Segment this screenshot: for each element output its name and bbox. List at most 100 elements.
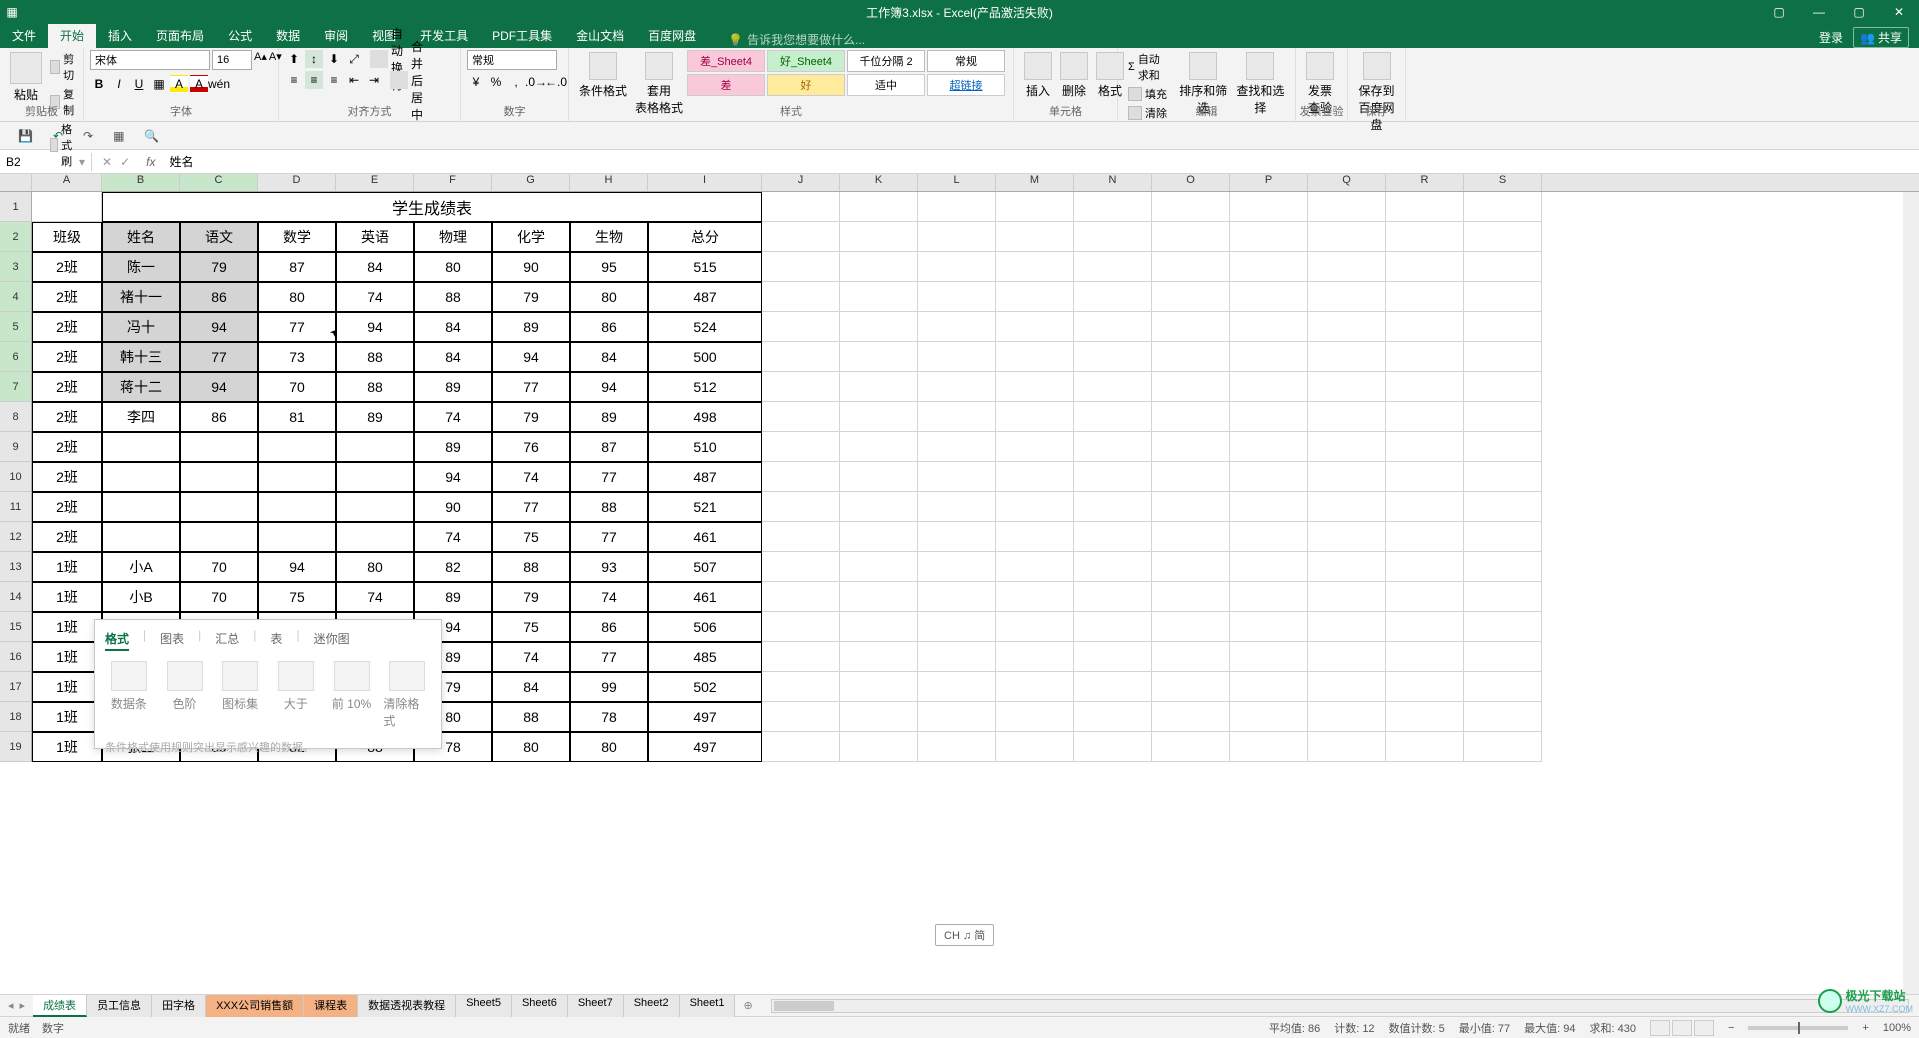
column-header-S[interactable]: S <box>1464 174 1542 191</box>
sheet-tab-4[interactable]: 课程表 <box>304 995 358 1017</box>
row-header-11[interactable]: 11 <box>0 492 32 522</box>
cell-S6[interactable] <box>1464 342 1542 372</box>
sheet-tab-6[interactable]: Sheet5 <box>456 995 512 1017</box>
cell-E3[interactable]: 84 <box>336 252 414 282</box>
cell-E8[interactable]: 89 <box>336 402 414 432</box>
cell-K8[interactable] <box>840 402 918 432</box>
cell-R12[interactable] <box>1386 522 1464 552</box>
cell-F6[interactable]: 84 <box>414 342 492 372</box>
header-6[interactable]: 化学 <box>492 222 570 252</box>
column-header-C[interactable]: C <box>180 174 258 191</box>
cell-O18[interactable] <box>1152 702 1230 732</box>
quick-analysis-tab-2[interactable]: 汇总 <box>215 628 239 651</box>
zoom-in-icon[interactable]: + <box>1862 1022 1868 1034</box>
cell-N17[interactable] <box>1074 672 1152 702</box>
cell-C7[interactable]: 94 <box>180 372 258 402</box>
cell-N9[interactable] <box>1074 432 1152 462</box>
cell-A5[interactable]: 2班 <box>32 312 102 342</box>
cell-M1[interactable] <box>996 192 1074 222</box>
cell-D6[interactable]: 73 <box>258 342 336 372</box>
fill-color-button[interactable]: A <box>170 75 188 93</box>
cell-O8[interactable] <box>1152 402 1230 432</box>
column-header-M[interactable]: M <box>996 174 1074 191</box>
cell-K1[interactable] <box>840 192 918 222</box>
cell-M17[interactable] <box>996 672 1074 702</box>
cell-F7[interactable]: 89 <box>414 372 492 402</box>
add-sheet-button[interactable]: ⊕ <box>735 999 760 1012</box>
cell-I12[interactable]: 461 <box>648 522 762 552</box>
cell-K5[interactable] <box>840 312 918 342</box>
cell-O10[interactable] <box>1152 462 1230 492</box>
style-bad-sheet4[interactable]: 差_Sheet4 <box>687 50 765 72</box>
cell-Q17[interactable] <box>1308 672 1386 702</box>
cell-H16[interactable]: 77 <box>570 642 648 672</box>
cell-M10[interactable] <box>996 462 1074 492</box>
cell-C4[interactable]: 86 <box>180 282 258 312</box>
cell-J7[interactable] <box>762 372 840 402</box>
cell-B7[interactable]: 蒋十二 <box>102 372 180 402</box>
cell-H10[interactable]: 77 <box>570 462 648 492</box>
cell-R10[interactable] <box>1386 462 1464 492</box>
cell-G6[interactable]: 94 <box>492 342 570 372</box>
cell-Q5[interactable] <box>1308 312 1386 342</box>
cell-L18[interactable] <box>918 702 996 732</box>
cell-A9[interactable]: 2班 <box>32 432 102 462</box>
cell-G18[interactable]: 88 <box>492 702 570 732</box>
cell-Q18[interactable] <box>1308 702 1386 732</box>
row-header-4[interactable]: 4 <box>0 282 32 312</box>
cell-E7[interactable]: 88 <box>336 372 414 402</box>
cell-B12[interactable] <box>102 522 180 552</box>
cell-P12[interactable] <box>1230 522 1308 552</box>
cell-F4[interactable]: 88 <box>414 282 492 312</box>
indent-decrease-icon[interactable]: ⇤ <box>345 71 363 89</box>
cell-K7[interactable] <box>840 372 918 402</box>
column-header-N[interactable]: N <box>1074 174 1152 191</box>
cell-E9[interactable] <box>336 432 414 462</box>
insert-cells-button[interactable]: 插入 <box>1020 50 1056 101</box>
column-header-F[interactable]: F <box>414 174 492 191</box>
quick-analysis-item-4[interactable]: 前 10% <box>328 661 376 729</box>
cell-E10[interactable] <box>336 462 414 492</box>
cell-I11[interactable]: 521 <box>648 492 762 522</box>
cell-M13[interactable] <box>996 552 1074 582</box>
paste-button[interactable]: 粘贴 <box>6 50 46 105</box>
conditional-format-button[interactable]: 条件格式 <box>575 50 631 101</box>
cell-A8[interactable]: 2班 <box>32 402 102 432</box>
column-header-A[interactable]: A <box>32 174 102 191</box>
cell-M19[interactable] <box>996 732 1074 762</box>
cell-C12[interactable] <box>180 522 258 552</box>
cell-J14[interactable] <box>762 582 840 612</box>
cell-I8[interactable]: 498 <box>648 402 762 432</box>
cell-B14[interactable]: 小B <box>102 582 180 612</box>
cell-A16[interactable]: 1班 <box>32 642 102 672</box>
cell-I3[interactable]: 515 <box>648 252 762 282</box>
table-title[interactable]: 学生成绩表 <box>102 192 762 222</box>
quick-analysis-tab-3[interactable]: 表 <box>270 628 282 651</box>
cell-Q16[interactable] <box>1308 642 1386 672</box>
sheet-tab-5[interactable]: 数据透视表教程 <box>358 995 456 1017</box>
cell-J4[interactable] <box>762 282 840 312</box>
cell-S11[interactable] <box>1464 492 1542 522</box>
cell-E11[interactable] <box>336 492 414 522</box>
cell-N5[interactable] <box>1074 312 1152 342</box>
cell-O13[interactable] <box>1152 552 1230 582</box>
header-8[interactable]: 总分 <box>648 222 762 252</box>
cell-N14[interactable] <box>1074 582 1152 612</box>
merge-center-button[interactable]: 合并后居中 <box>385 71 431 89</box>
cell-J12[interactable] <box>762 522 840 552</box>
cell-B10[interactable] <box>102 462 180 492</box>
cell-I15[interactable]: 506 <box>648 612 762 642</box>
cell-P3[interactable] <box>1230 252 1308 282</box>
cell-P15[interactable] <box>1230 612 1308 642</box>
cell-L9[interactable] <box>918 432 996 462</box>
align-left-icon[interactable]: ≡ <box>285 71 303 89</box>
sheet-tab-3[interactable]: XXX公司销售额 <box>206 995 304 1017</box>
cell-S12[interactable] <box>1464 522 1542 552</box>
tab-home[interactable]: 开始 <box>48 23 96 48</box>
cell-N11[interactable] <box>1074 492 1152 522</box>
increase-decimal-icon[interactable]: .0→ <box>527 73 545 91</box>
cell-P11[interactable] <box>1230 492 1308 522</box>
cell-R1[interactable] <box>1386 192 1464 222</box>
align-right-icon[interactable]: ≡ <box>325 71 343 89</box>
close-icon[interactable]: ✕ <box>1879 5 1919 19</box>
